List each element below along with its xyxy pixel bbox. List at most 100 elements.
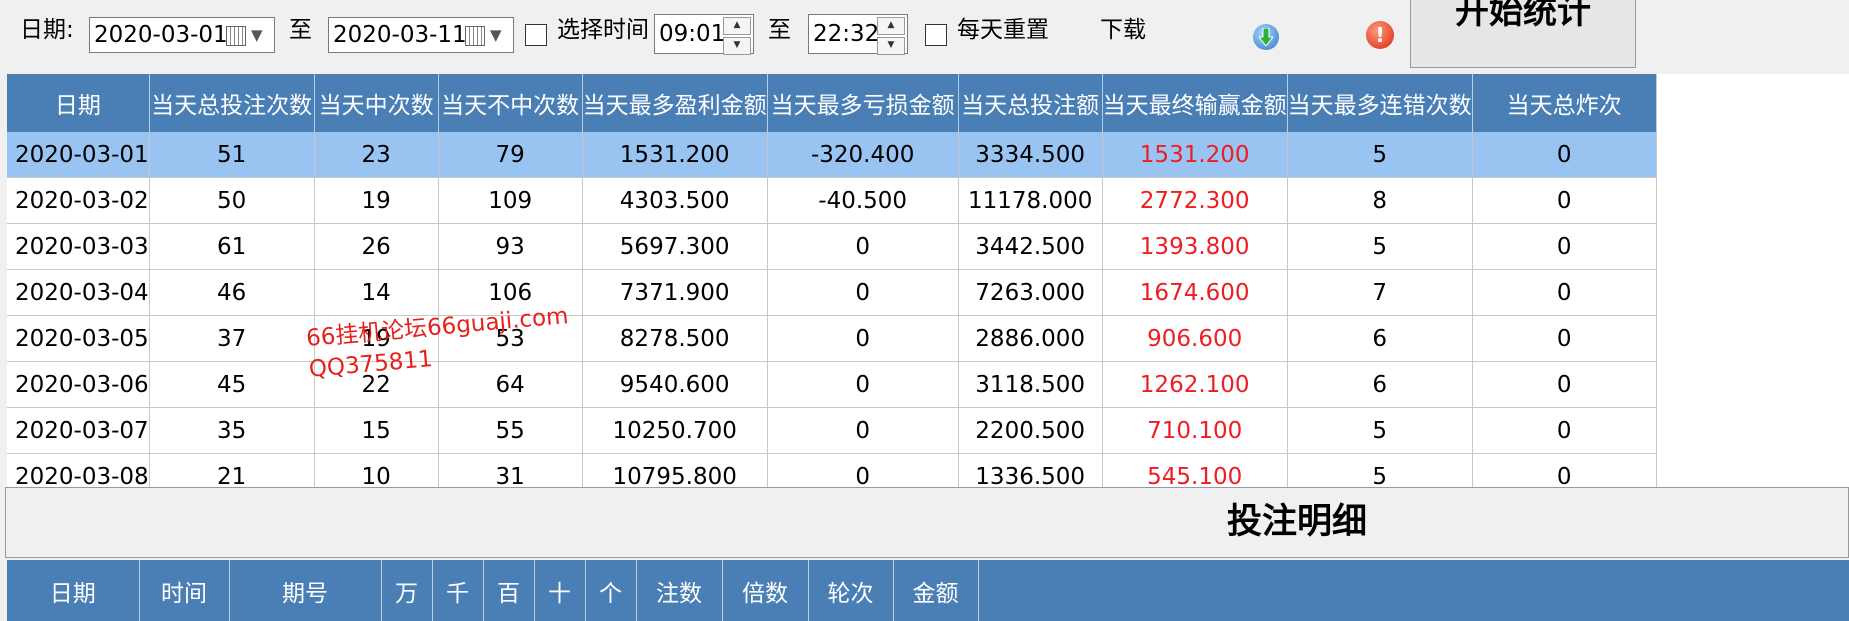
table-cell: 5 <box>1287 407 1473 454</box>
table-cell: 2020-03-06 <box>7 361 150 408</box>
table-cell: 9540.600 <box>582 361 768 408</box>
column-header[interactable]: 注数 <box>636 560 723 621</box>
table-cell: 1531.200 <box>582 132 768 178</box>
spin-down-icon[interactable]: ▼ <box>877 37 905 55</box>
table-row[interactable]: 2020-03-03 61 26 93 5697.300 0 3442.500 1393.80… <box>7 223 1657 270</box>
column-header[interactable]: 当天总投注次数 <box>149 74 315 132</box>
column-header[interactable]: 十 <box>534 560 586 621</box>
table-cell: 2020-03-08 <box>7 453 150 487</box>
select-time-checkbox[interactable] <box>525 24 547 46</box>
table-cell: 0 <box>1472 269 1657 316</box>
start-time-input[interactable]: 09:01 ▲ ▼ <box>654 14 754 55</box>
table-cell: 0 <box>1472 407 1657 454</box>
column-header[interactable]: 万 <box>381 560 433 621</box>
column-header[interactable]: 期号 <box>229 560 382 621</box>
detail-panel: 投注明细 <box>5 487 1849 558</box>
table-cell: 14 <box>314 269 439 316</box>
summary-body: 2020-03-01 51 23 79 1531.200 -320.400 3334.500… <box>7 132 1657 487</box>
column-header[interactable]: 金额 <box>893 560 979 621</box>
table-cell: 37 <box>149 315 315 362</box>
to-label: 至 <box>768 17 791 43</box>
table-cell: -40.500 <box>767 177 959 224</box>
start-date-value: 2020-03-01 <box>94 22 228 48</box>
column-header[interactable]: 当天最多连错次数 <box>1287 74 1473 132</box>
daily-reset-checkbox[interactable] <box>925 24 947 46</box>
column-header[interactable]: 千 <box>432 560 484 621</box>
table-cell: 8278.500 <box>582 315 768 362</box>
summary-header-row: 日期 当天总投注次数 当天中次数 当天不中次数 当天最多盈利金额 当天最多亏损金… <box>7 74 1657 132</box>
end-calendar-dropdown-button[interactable]: ▼ <box>465 22 509 48</box>
table-cell: 7 <box>1287 269 1473 316</box>
table-cell: 5697.300 <box>582 223 768 270</box>
column-header[interactable]: 当天不中次数 <box>438 74 583 132</box>
column-header[interactable]: 倍数 <box>722 560 809 621</box>
table-cell: 1674.600 <box>1102 269 1288 316</box>
table-cell: 50 <box>149 177 315 224</box>
spin-down-icon[interactable]: ▼ <box>723 37 751 55</box>
table-cell: 5 <box>1287 223 1473 270</box>
table-row[interactable]: 2020-03-07 35 15 55 10250.700 0 2200.500 710.10… <box>7 407 1657 454</box>
table-cell: 26 <box>314 223 439 270</box>
column-header[interactable]: 当天总炸次 <box>1472 74 1657 132</box>
table-row[interactable]: 2020-03-08 21 10 31 10795.800 0 1336.500 545.10… <box>7 453 1657 487</box>
table-cell: 21 <box>149 453 315 487</box>
table-cell: 5 <box>1287 132 1473 178</box>
column-header[interactable]: 时间 <box>139 560 230 621</box>
column-header[interactable]: 百 <box>483 560 535 621</box>
column-header[interactable]: 当天最多亏损金额 <box>767 74 959 132</box>
table-cell: 2886.000 <box>958 315 1103 362</box>
summary-grid[interactable]: 日期 当天总投注次数 当天中次数 当天不中次数 当天最多盈利金额 当天最多亏损金… <box>7 74 1849 487</box>
summary-table: 日期 当天总投注次数 当天中次数 当天不中次数 当天最多盈利金额 当天最多亏损金… <box>7 74 1657 487</box>
table-cell: 10795.800 <box>582 453 768 487</box>
table-cell: 35 <box>149 407 315 454</box>
table-cell: 0 <box>1472 132 1657 178</box>
end-time-spinner[interactable]: ▲ ▼ <box>877 17 905 55</box>
table-cell: 45 <box>149 361 315 408</box>
table-row[interactable]: 2020-03-04 46 14 106 7371.900 0 7263.000 1674.6… <box>7 269 1657 316</box>
table-cell: 2200.500 <box>958 407 1103 454</box>
table-row[interactable]: 2020-03-05 37 19 53 8278.500 0 2886.000 906.600… <box>7 315 1657 362</box>
table-cell: 22 <box>314 361 439 408</box>
column-header[interactable]: 个 <box>585 560 637 621</box>
spin-up-icon[interactable]: ▲ <box>877 17 905 35</box>
column-header[interactable]: 轮次 <box>808 560 894 621</box>
detail-grid[interactable]: 日期 时间 期号 万 千 百 十 个 注数 倍数 轮次 金额 <box>7 560 1849 621</box>
start-time-value: 09:01 <box>659 21 726 47</box>
table-cell: 2020-03-01 <box>7 132 150 178</box>
table-cell: 0 <box>767 453 959 487</box>
column-header[interactable]: 日期 <box>7 74 150 132</box>
table-cell: 2020-03-04 <box>7 269 150 316</box>
download-icon[interactable] <box>1253 24 1279 50</box>
end-date-picker[interactable]: 2020-03-11 ▼ <box>328 17 514 53</box>
table-cell: 0 <box>767 269 959 316</box>
table-cell: 0 <box>767 407 959 454</box>
column-header[interactable]: 日期 <box>7 560 140 621</box>
table-cell: 0 <box>767 315 959 362</box>
table-cell: 0 <box>1472 177 1657 224</box>
table-row[interactable]: 2020-03-06 45 22 64 9540.600 0 3118.500 1262.10… <box>7 361 1657 408</box>
table-cell: 0 <box>1472 361 1657 408</box>
start-statistics-button[interactable]: 开始统计 <box>1410 0 1636 68</box>
table-cell: 10 <box>314 453 439 487</box>
column-header[interactable]: 当天最多盈利金额 <box>582 74 768 132</box>
table-cell: 46 <box>149 269 315 316</box>
end-time-value: 22:32 <box>813 21 880 47</box>
download-link[interactable]: 下载 <box>1100 13 1146 47</box>
spin-up-icon[interactable]: ▲ <box>723 17 751 35</box>
end-time-input[interactable]: 22:32 ▲ ▼ <box>808 14 908 55</box>
table-cell: 64 <box>438 361 583 408</box>
table-row[interactable]: 2020-03-02 50 19 109 4303.500 -40.500 11178.00… <box>7 177 1657 224</box>
table-cell: 19 <box>314 177 439 224</box>
column-header[interactable]: 当天中次数 <box>314 74 439 132</box>
column-header[interactable]: 当天总投注额 <box>958 74 1103 132</box>
table-cell: 109 <box>438 177 583 224</box>
table-cell: 7263.000 <box>958 269 1103 316</box>
table-cell: 55 <box>438 407 583 454</box>
table-row[interactable]: 2020-03-01 51 23 79 1531.200 -320.400 3334.500… <box>7 132 1657 178</box>
start-date-picker[interactable]: 2020-03-01 ▼ <box>89 17 275 53</box>
table-cell: 1336.500 <box>958 453 1103 487</box>
column-header[interactable]: 当天最终输赢金额 <box>1102 74 1288 132</box>
table-cell: 1531.200 <box>1102 132 1288 178</box>
start-time-spinner[interactable]: ▲ ▼ <box>723 17 751 55</box>
start-calendar-dropdown-button[interactable]: ▼ <box>226 22 270 48</box>
